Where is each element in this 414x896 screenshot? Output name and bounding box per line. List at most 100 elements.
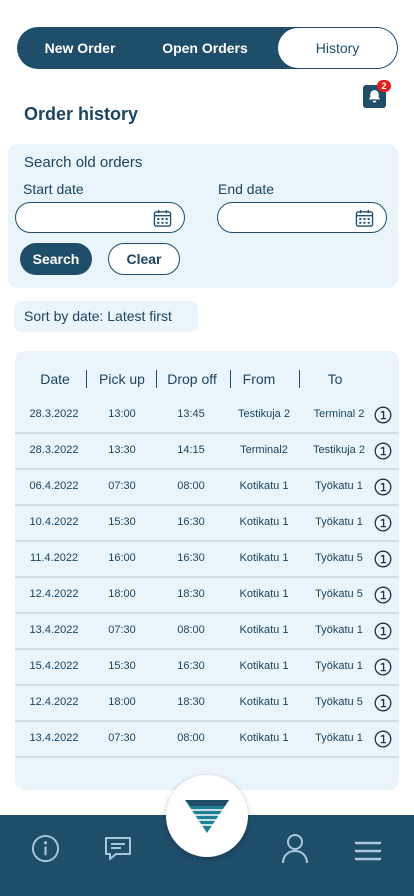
cell-from: Terminal2 [240, 444, 288, 456]
cell-date: 06.4.2022 [29, 480, 79, 492]
cell-date: 13.4.2022 [29, 624, 79, 636]
cell-to: Työkatu 1 [315, 624, 363, 636]
menu-icon[interactable] [354, 839, 382, 863]
cell-from: Kotikatu 1 [239, 624, 289, 636]
user-icon[interactable] [280, 833, 310, 865]
cell-to: Työkatu 5 [315, 552, 363, 564]
cell-dropoff: 16:30 [177, 660, 205, 672]
cell-from: Kotikatu 1 [239, 480, 289, 492]
order-history-table: Date Pick up Drop off From To 28.3.2022 1… [15, 351, 399, 790]
table-row[interactable]: 06.4.2022 07:30 08:00 Kotikatu 1 Työkatu 1 [15, 470, 399, 506]
cell-pickup: 13:00 [108, 408, 136, 420]
start-date-field[interactable] [15, 202, 185, 233]
cell-from: Kotikatu 1 [239, 588, 289, 600]
home-logo-button[interactable] [166, 775, 248, 857]
cell-dropoff: 13:45 [177, 408, 205, 420]
cell-from: Testikuja 2 [238, 408, 290, 420]
table-row[interactable]: 13.4.2022 07:30 08:00 Kotikatu 1 Työkatu 1 [15, 614, 399, 650]
cell-date: 13.4.2022 [29, 732, 79, 744]
logo [185, 800, 229, 833]
cell-to: Työkatu 1 [315, 732, 363, 744]
table-body: 28.3.2022 13:00 13:45 Testikuja 2 Terminal 2… [15, 398, 399, 758]
table-row[interactable]: 15.4.2022 15:30 16:30 Kotikatu 1 Työkatu 1 [15, 650, 399, 686]
info-circle-icon[interactable] [374, 622, 392, 640]
page-title: Order history [24, 104, 139, 124]
search-panel: Search old orders Start date End date Se… [8, 144, 398, 288]
column-header-pickup[interactable]: Pick up [93, 371, 151, 387]
cell-from: Kotikatu 1 [239, 732, 289, 744]
table-row[interactable]: 28.3.2022 13:00 13:45 Testikuja 2 Terminal 2 [15, 398, 399, 434]
cell-to: Testikuja 2 [313, 444, 365, 456]
table-row[interactable]: 10.4.2022 15:30 16:30 Kotikatu 1 Työkatu 1 [15, 506, 399, 542]
info-icon[interactable] [31, 834, 60, 863]
cell-date: 28.3.2022 [29, 408, 79, 420]
tab-history[interactable]: History [278, 28, 397, 68]
cell-date: 10.4.2022 [29, 516, 79, 528]
info-circle-icon[interactable] [374, 694, 392, 712]
start-date-input[interactable] [26, 208, 146, 228]
order-tabs: New Order Open Orders History [17, 27, 398, 69]
chat-icon[interactable] [103, 834, 133, 864]
cell-dropoff: 08:00 [177, 732, 205, 744]
cell-to: Työkatu 5 [315, 696, 363, 708]
cell-to: Terminal 2 [313, 408, 365, 420]
column-header-from[interactable]: From [235, 371, 283, 387]
cell-dropoff: 16:30 [177, 552, 205, 564]
end-date-label: End date [218, 181, 275, 197]
search-panel-title: Search old orders [24, 154, 143, 171]
cell-to: Työkatu 1 [315, 516, 363, 528]
info-circle-icon[interactable] [374, 658, 392, 676]
cell-date: 12.4.2022 [29, 588, 79, 600]
tab-open-orders[interactable]: Open Orders [149, 27, 261, 69]
cell-date: 11.4.2022 [29, 552, 79, 564]
clear-button[interactable]: Clear [108, 243, 180, 275]
end-date-input[interactable] [228, 208, 348, 228]
table-row[interactable]: 12.4.2022 18:00 18:30 Kotikatu 1 Työkatu 5 [15, 578, 399, 614]
cell-pickup: 07:30 [108, 732, 136, 744]
cell-pickup: 13:30 [108, 444, 136, 456]
cell-dropoff: 08:00 [177, 624, 205, 636]
cell-dropoff: 14:15 [177, 444, 205, 456]
cell-from: Kotikatu 1 [239, 660, 289, 672]
info-circle-icon[interactable] [374, 442, 392, 460]
info-circle-icon[interactable] [374, 730, 392, 748]
sort-dropdown[interactable]: Sort by date: Latest first [14, 301, 198, 332]
cell-from: Kotikatu 1 [239, 696, 289, 708]
column-divider [230, 370, 231, 388]
table-header: Date Pick up Drop off From To [15, 351, 399, 403]
cell-dropoff: 18:30 [177, 696, 205, 708]
column-header-to[interactable]: To [319, 371, 351, 387]
table-row[interactable]: 12.4.2022 18:00 18:30 Kotikatu 1 Työkatu 5 [15, 686, 399, 722]
column-header-dropoff[interactable]: Drop off [161, 371, 223, 387]
cell-to: Työkatu 5 [315, 588, 363, 600]
info-circle-icon[interactable] [374, 406, 392, 424]
end-date-field[interactable] [217, 202, 387, 233]
column-divider [299, 370, 300, 388]
start-date-label: Start date [23, 181, 84, 197]
search-button[interactable]: Search [20, 243, 92, 275]
column-divider [86, 370, 87, 388]
cell-pickup: 07:30 [108, 480, 136, 492]
calendar-icon[interactable] [153, 209, 172, 228]
cell-pickup: 07:30 [108, 624, 136, 636]
info-circle-icon[interactable] [374, 478, 392, 496]
cell-date: 12.4.2022 [29, 696, 79, 708]
table-row[interactable]: 13.4.2022 07:30 08:00 Kotikatu 1 Työkatu 1 [15, 722, 399, 758]
tab-new-order[interactable]: New Order [25, 27, 135, 69]
cell-from: Kotikatu 1 [239, 552, 289, 564]
table-row[interactable]: 11.4.2022 16:00 16:30 Kotikatu 1 Työkatu 5 [15, 542, 399, 578]
info-circle-icon[interactable] [374, 550, 392, 568]
calendar-icon[interactable] [355, 209, 374, 228]
cell-pickup: 16:00 [108, 552, 136, 564]
info-circle-icon[interactable] [374, 586, 392, 604]
cell-pickup: 18:00 [108, 588, 136, 600]
table-row[interactable]: 28.3.2022 13:30 14:15 Terminal2 Testikuja 2 [15, 434, 399, 470]
info-circle-icon[interactable] [374, 514, 392, 532]
cell-date: 15.4.2022 [29, 660, 79, 672]
cell-dropoff: 08:00 [177, 480, 205, 492]
cell-pickup: 18:00 [108, 696, 136, 708]
cell-to: Työkatu 1 [315, 660, 363, 672]
column-header-date[interactable]: Date [29, 371, 81, 387]
cell-dropoff: 16:30 [177, 516, 205, 528]
cell-to: Työkatu 1 [315, 480, 363, 492]
